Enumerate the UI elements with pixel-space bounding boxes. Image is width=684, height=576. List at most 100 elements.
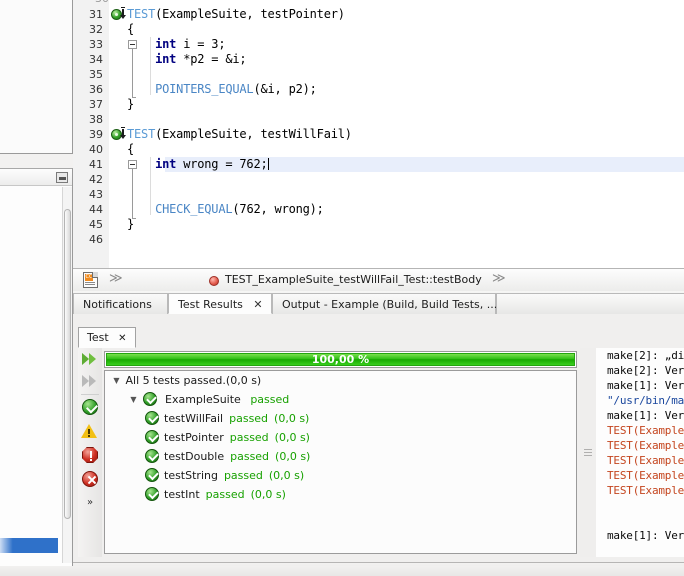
editor-line-38[interactable]: 38	[73, 112, 684, 127]
line-code: }	[127, 217, 134, 232]
test-duration: (0,0 s)	[275, 431, 310, 444]
build-output-console[interactable]: make[2]: „dist/Debugmake[2]: Verzeichnis…	[596, 348, 684, 557]
editor-line-31[interactable]: 31TEST(ExampleSuite, testPointer)	[73, 7, 684, 22]
inner-tab-test-close-icon[interactable]: ✕	[118, 333, 126, 344]
tab-test-results-close-icon[interactable]: ✕	[253, 294, 262, 315]
left-panel-top	[0, 0, 73, 154]
line-code: TEST(ExampleSuite, testWillFail)	[127, 127, 352, 142]
test-result-row[interactable]: testDoublepassed(0,0 s)	[105, 447, 576, 466]
left-panel-scrollbar[interactable]	[62, 187, 72, 563]
line-code: {	[127, 142, 134, 157]
left-panel-bottom	[0, 168, 73, 576]
tree-root-label: All 5 tests passed.(0,0 s)	[126, 374, 262, 387]
editor-line-43[interactable]: 43	[73, 187, 684, 202]
test-status: passed	[206, 488, 245, 501]
filter-passed-button[interactable]	[81, 398, 100, 417]
editor-line-37[interactable]: 37}	[73, 97, 684, 112]
tab-output-example[interactable]: Output - Example (Build, Build Tests, ..…	[272, 293, 496, 314]
console-line: TEST(ExampleSuite, t	[596, 468, 684, 483]
tree-root-row[interactable]: ▼ All 5 tests passed.(0,0 s)	[105, 371, 576, 390]
test-result-row[interactable]: testStringpassed(0,0 s)	[105, 466, 576, 485]
tab-notifications-label: Notifications	[83, 298, 152, 311]
editor-breadcrumb-bar[interactable]: CC ≫ TEST_ExampleSuite_testWillFail_Test…	[73, 268, 684, 292]
output-window-tabbar[interactable]: Notifications Test Results ✕ Output - Ex…	[73, 291, 684, 315]
test-status: passed	[230, 450, 269, 463]
pass-icon	[145, 411, 159, 425]
results-console-splitter[interactable]	[580, 348, 596, 557]
test-result-row[interactable]: testPointer passed (0,0 s)	[105, 428, 576, 447]
filter-failures-button[interactable]	[81, 470, 100, 489]
line-code: }	[127, 97, 134, 112]
expand-collapse-icon[interactable]: ▼	[111, 371, 122, 390]
red-error-icon	[82, 447, 98, 463]
cpp-file-icon[interactable]: CC	[83, 272, 98, 288]
line-number: 44	[73, 202, 103, 217]
line-code: POINTERS_EQUAL(&i, p2);	[127, 82, 317, 97]
line-code: int wrong = 762;	[127, 157, 269, 172]
editor-line-40[interactable]: 40{	[73, 142, 684, 157]
rerun-tests-button[interactable]	[81, 350, 100, 369]
left-panel-selected-row[interactable]	[0, 538, 58, 553]
editor-line-46[interactable]: 46	[73, 232, 684, 247]
console-line: make[1]: Verzeichnis	[596, 528, 684, 543]
test-results-tree[interactable]: ▼ All 5 tests passed.(0,0 s) ▼ ExampleSu…	[104, 370, 577, 554]
toolbar-overflow-button[interactable]: »	[81, 496, 99, 510]
green-check-icon	[82, 399, 98, 415]
test-results-window: Test ✕	[73, 314, 684, 562]
console-line: make[1]: Verzeichnis	[596, 378, 684, 393]
line-code: {	[127, 22, 134, 37]
tab-notifications[interactable]: Notifications	[73, 293, 168, 314]
pass-icon	[145, 468, 159, 482]
inner-tab-test[interactable]: Test ✕	[78, 327, 136, 348]
minimize-icon[interactable]	[56, 172, 68, 183]
line-number: 33	[73, 37, 103, 52]
tree-suite-row[interactable]: ▼ ExampleSuite passed	[105, 390, 576, 409]
test-result-row[interactable]: testIntpassed(0,0 s)	[105, 485, 576, 504]
editor-line-42[interactable]: 42	[73, 172, 684, 187]
line-code: CHECK_EQUAL(762, wrong);	[127, 202, 324, 217]
test-results-inner-tabbar[interactable]: Test ✕	[78, 327, 679, 349]
expand-collapse-icon[interactable]: ▼	[128, 390, 139, 409]
console-line: make[2]: „dist/Debug	[596, 348, 684, 363]
editor-line-33[interactable]: 33 int i = 3;	[73, 37, 684, 52]
pass-icon	[143, 392, 157, 406]
test-name: testDouble	[164, 450, 224, 463]
window-bottom-strip	[0, 566, 684, 576]
filter-errors-button[interactable]	[81, 446, 100, 465]
test-status: passed	[230, 431, 269, 444]
console-line: TEST(ExampleSuite, t	[596, 423, 684, 438]
console-line	[596, 513, 684, 528]
member-red-dot-icon	[209, 276, 219, 286]
console-line	[596, 498, 684, 513]
breadcrumb-chevron-icon: ≫	[109, 271, 123, 286]
editor-line-45[interactable]: 45}	[73, 217, 684, 232]
test-name: testString	[164, 469, 218, 482]
console-line: TEST(ExampleSuite, t	[596, 453, 684, 468]
editor-line-44[interactable]: 44 CHECK_EQUAL(762, wrong);	[73, 202, 684, 217]
editor-line-35[interactable]: 35	[73, 67, 684, 82]
filter-warnings-button[interactable]	[81, 422, 100, 441]
editor-line-32[interactable]: 32 {	[73, 22, 684, 37]
editor-line-34[interactable]: 34 int *p2 = &i;	[73, 52, 684, 67]
line-number: 46	[73, 232, 103, 247]
line-number: 35	[73, 67, 103, 82]
tree-suite-label: ExampleSuite	[165, 393, 241, 406]
breadcrumb-member-label[interactable]: TEST_ExampleSuite_testWillFail_Test::tes…	[225, 273, 482, 286]
editor-line-36[interactable]: 36 POINTERS_EQUAL(&i, p2);	[73, 82, 684, 97]
pass-icon	[145, 430, 159, 444]
line-number: 36	[73, 82, 103, 97]
pass-icon	[145, 487, 159, 501]
line-code: int *p2 = &i;	[127, 52, 246, 67]
console-line: make[2]: Verzeichnis	[596, 363, 684, 378]
editor-line-39[interactable]: 39TEST(ExampleSuite, testWillFail)	[73, 127, 684, 142]
line-number: 32	[73, 22, 103, 37]
scrollbar-thumb[interactable]	[64, 209, 71, 519]
test-name: testPointer	[164, 431, 224, 444]
rerun-failed-tests-button[interactable]	[81, 372, 100, 391]
code-editor[interactable]: 30 31TEST(ExampleSuite, testPointer)32{3…	[73, 0, 684, 268]
tab-test-results[interactable]: Test Results ✕	[168, 293, 272, 314]
test-result-row[interactable]: testWillFailpassed(0,0 s)	[105, 409, 576, 428]
console-line: TEST(ExampleSuite, t	[596, 483, 684, 498]
editor-line-41[interactable]: 41 int wrong = 762;	[73, 157, 684, 172]
test-results-toolbar[interactable]: »	[78, 348, 103, 557]
